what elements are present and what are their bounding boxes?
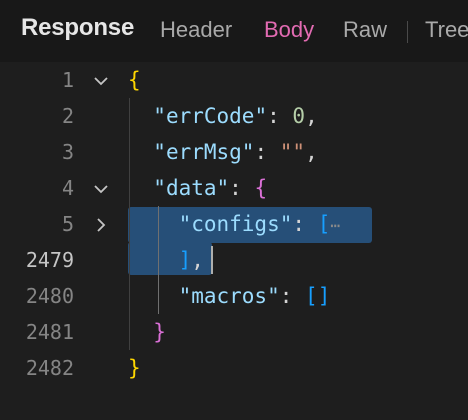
response-tabbar: Response Header Body Raw Tree: [0, 0, 468, 63]
folded-ellipsis-icon[interactable]: ⋯: [330, 216, 340, 235]
json-brace: {: [254, 176, 268, 200]
code-line: 1 {: [0, 62, 468, 98]
line-number: 2479: [25, 248, 74, 272]
chevron-down-icon[interactable]: [92, 180, 110, 198]
chevron-down-icon[interactable]: [92, 72, 110, 90]
line-number: 4: [61, 176, 74, 200]
code-line: 4 "data": {: [0, 170, 468, 206]
json-brace: }: [128, 356, 141, 380]
line-number: 2481: [25, 320, 74, 344]
json-bracket: [: [317, 212, 331, 236]
json-colon: :: [229, 176, 242, 200]
json-key: "macros": [178, 284, 280, 308]
code-line: 2480 "macros": []: [0, 278, 468, 314]
json-string: "": [279, 140, 306, 164]
tab-raw[interactable]: Raw: [343, 17, 387, 43]
line-number: 1: [61, 68, 74, 92]
tab-body[interactable]: Body: [264, 17, 314, 43]
code-line: 2482 }: [0, 350, 468, 386]
chevron-right-icon[interactable]: [92, 216, 110, 234]
text-cursor: [211, 246, 213, 274]
code-line: 2479 ],: [0, 242, 468, 278]
code-line: 5 "configs": [⋯: [0, 206, 468, 242]
tab-tree[interactable]: Tree: [425, 17, 468, 43]
json-colon: :: [254, 140, 268, 164]
json-number: 0: [292, 104, 306, 128]
json-comma: ,: [305, 140, 318, 164]
code-line: 2481 }: [0, 314, 468, 350]
json-colon: :: [267, 104, 280, 128]
code-line: 2 "errCode": 0,: [0, 98, 468, 134]
json-bracket: []: [305, 284, 331, 308]
json-colon: :: [279, 284, 293, 308]
json-key: "configs": [178, 212, 293, 236]
json-brace: }: [153, 320, 166, 344]
json-comma: ,: [305, 104, 318, 128]
line-number: 2: [61, 104, 74, 128]
response-panel: Response Header Body Raw Tree 1 { 2 "err…: [0, 0, 468, 420]
json-comma: ,: [191, 248, 204, 272]
line-number: 3: [61, 140, 74, 164]
json-bracket: ]: [178, 248, 192, 272]
json-brace: {: [128, 68, 141, 92]
line-number: 2482: [25, 356, 74, 380]
tab-header[interactable]: Header: [160, 17, 232, 43]
line-number: 2480: [25, 284, 74, 308]
json-key: "data": [153, 176, 230, 200]
line-number: 5: [61, 212, 74, 236]
response-title: Response: [21, 14, 135, 41]
code-line: 3 "errMsg": "",: [0, 134, 468, 170]
json-editor[interactable]: 1 { 2 "errCode": 0, 3 "errMsg": "", 4 "d…: [0, 62, 468, 420]
json-key: "errMsg": [153, 140, 255, 164]
json-colon: :: [292, 212, 306, 236]
tab-divider: [407, 21, 408, 43]
json-key: "errCode": [153, 104, 268, 128]
